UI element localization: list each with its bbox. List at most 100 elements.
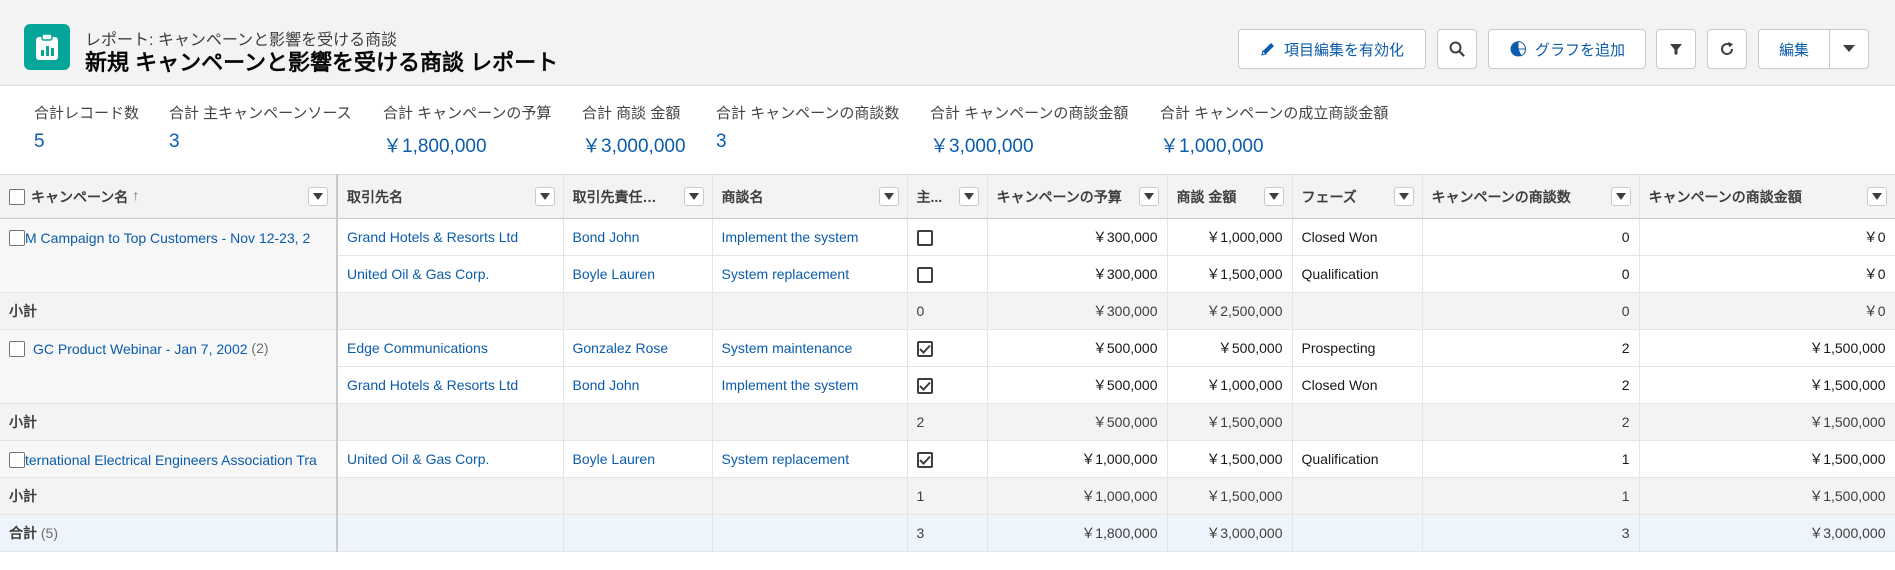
chevron-down-icon[interactable] [958,187,979,206]
subtotal-amount: ￥2,500,000 [1167,292,1293,330]
account-link[interactable]: Grand Hotels & Resorts Ltd [337,366,564,404]
subtotal-primary: 0 [907,292,988,330]
budget-cell: ￥300,000 [987,255,1168,293]
edit-button-label: 編集 [1778,41,1809,59]
column-header-campaign-name[interactable]: キャンペーン名 ↑ [0,174,338,219]
column-header-campaign-budget[interactable]: キャンペーンの予算 [987,174,1168,219]
search-button[interactable] [1437,29,1477,69]
campaign-name-link[interactable]: M Campaign to Top Customers - Nov 12-23,… [25,230,310,246]
contact-link[interactable]: Bond John [563,366,713,404]
group-checkbox[interactable] [9,230,25,247]
add-chart-button[interactable]: グラフを追加 [1488,29,1646,69]
total-amount: ￥3,000,000 [1167,514,1293,552]
opp-count-cell: 0 [1422,218,1640,256]
amount-cell: ￥1,500,000 [1167,255,1293,293]
unchecked-box-icon [916,266,933,283]
phase-cell: Closed Won [1292,218,1423,256]
table-row: ternational Electrical Engineers Associa… [0,440,1895,478]
header-row: キャンペーン名 ↑ 取引先名 取引先責任者名 商談名 主... キャンペーンの予算… [0,174,1895,219]
opp-amount-cell: ￥0 [1639,255,1895,293]
column-header-primary[interactable]: 主... [907,174,988,219]
primary-cell [907,255,988,293]
phase-cell: Qualification [1292,255,1423,293]
chevron-down-icon[interactable] [1610,187,1631,206]
grand-total-label: 合計 [9,525,37,541]
group-cell-campaign: M Campaign to Top Customers - Nov 12-23,… [0,218,338,293]
subtotal-label: 小計 [0,477,338,515]
column-header-campaign-opportunity-amount[interactable]: キャンペーンの商談金額 [1639,174,1895,219]
opportunity-link[interactable]: Implement the system [712,218,908,256]
chevron-down-icon[interactable] [1866,187,1887,206]
column-header-campaign-opportunity-count[interactable]: キャンペーンの商談数 [1422,174,1640,219]
subtotal-budget: ￥500,000 [987,403,1168,441]
refresh-button[interactable] [1707,29,1747,69]
chevron-down-icon[interactable] [308,187,328,206]
chevron-down-icon[interactable] [683,187,704,206]
subtotal-opp-amount: ￥0 [1639,292,1895,330]
account-link[interactable]: United Oil & Gas Corp. [337,440,564,478]
column-header-amount[interactable]: 商談 金額 [1167,174,1293,219]
campaign-name-link[interactable]: GC Product Webinar - Jan 7, 2002 [33,341,248,357]
subtotal-label: 小計 [0,292,338,330]
chevron-down-icon [1842,44,1856,54]
opportunity-link[interactable]: System replacement [712,255,908,293]
subtotal-opp-count: 0 [1422,292,1640,330]
account-link[interactable]: Grand Hotels & Resorts Ltd [337,218,564,256]
group-cell-campaign: ternational Electrical Engineers Associa… [0,440,338,478]
campaign-name-link[interactable]: ternational Electrical Engineers Associa… [25,452,317,468]
opportunity-link[interactable]: System maintenance [712,329,908,367]
budget-cell: ￥500,000 [987,366,1168,404]
budget-cell: ￥500,000 [987,329,1168,367]
chevron-down-icon[interactable] [1263,187,1284,206]
subtotal-budget: ￥1,000,000 [987,477,1168,515]
group-cell-campaign: GC Product Webinar - Jan 7, 2002 (2) [0,329,338,404]
column-header-phase[interactable]: フェーズ [1292,174,1423,219]
pencil-icon [1260,41,1276,57]
column-header-contact-name[interactable]: 取引先責任者名 [563,174,713,219]
contact-link[interactable]: Bond John [563,218,713,256]
opportunity-link[interactable]: System replacement [712,440,908,478]
edit-button[interactable]: 編集 [1758,29,1830,69]
checked-box-icon [916,451,933,468]
select-all-checkbox[interactable] [9,188,25,205]
subtotal-opp-amount: ￥1,500,000 [1639,403,1895,441]
contact-link[interactable]: Boyle Lauren [563,440,713,478]
opp-amount-cell: ￥1,500,000 [1639,329,1895,367]
budget-cell: ￥300,000 [987,218,1168,256]
group-checkbox[interactable] [9,341,25,358]
aggregate-summary: 合計レコード数 5 合計 主キャンペーンソース 3 合計 キャンペーンの予算 ￥… [0,86,1895,174]
chevron-down-icon[interactable] [878,187,899,206]
phase-cell: Qualification [1292,440,1423,478]
opp-amount-cell: ￥0 [1639,218,1895,256]
account-link[interactable]: United Oil & Gas Corp. [337,255,564,293]
chevron-down-icon[interactable] [1138,187,1159,206]
contact-link[interactable]: Gonzalez Rose [563,329,713,367]
subtotal-row: 小計 1 ￥1,000,000 ￥1,500,000 1 ￥1,500,000 [0,477,1895,515]
contact-link[interactable]: Boyle Lauren [563,255,713,293]
opportunity-link[interactable]: Implement the system [712,366,908,404]
column-header-account-name[interactable]: 取引先名 [337,174,564,219]
subtotal-primary: 1 [907,477,988,515]
subtotal-amount: ￥1,500,000 [1167,477,1293,515]
opp-count-cell: 1 [1422,440,1640,478]
chevron-down-icon[interactable] [534,187,555,206]
subtotal-amount: ￥1,500,000 [1167,403,1293,441]
budget-cell: ￥1,000,000 [987,440,1168,478]
subtotal-row: 小計 2 ￥500,000 ￥1,500,000 2 ￥1,500,000 [0,403,1895,441]
refresh-icon [1719,41,1735,57]
checked-box-icon [916,377,933,394]
edit-menu-button[interactable] [1829,29,1869,69]
group-checkbox[interactable] [9,451,25,468]
chevron-down-icon[interactable] [1393,187,1414,206]
account-link[interactable]: Edge Communications [337,329,564,367]
filter-button[interactable] [1656,29,1696,69]
subtotal-label: 小計 [0,403,338,441]
report-table: キャンペーン名 ↑ 取引先名 取引先責任者名 商談名 主... キャンペーンの予算… [0,174,1895,552]
total-opp-count: 3 [1422,514,1640,552]
opp-amount-cell: ￥1,500,000 [1639,440,1895,478]
grand-total-label-cell: 合計 (5) [0,514,338,552]
column-header-opportunity-name[interactable]: 商談名 [712,174,908,219]
enable-inline-edit-label: 項目編集を有効化 [1283,41,1404,59]
report-icon [24,24,70,70]
enable-inline-edit-button[interactable]: 項目編集を有効化 [1238,29,1426,69]
